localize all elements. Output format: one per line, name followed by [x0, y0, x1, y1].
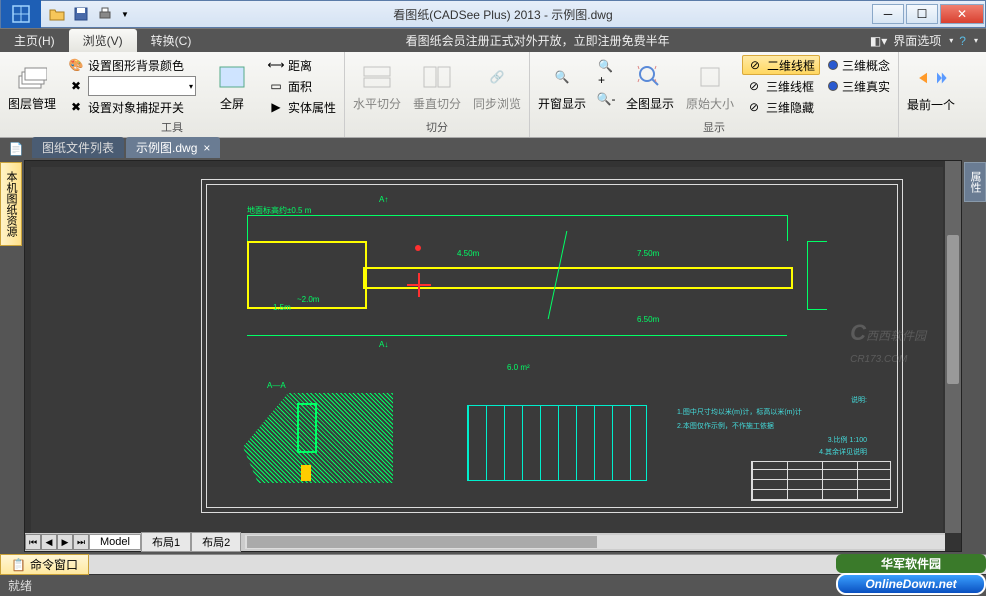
- print-icon[interactable]: [95, 4, 115, 24]
- sync-browse-button[interactable]: 🔗同步浏览: [469, 54, 525, 118]
- nav-first-button[interactable]: 最前一个: [903, 56, 959, 120]
- concept3d-button[interactable]: 三维概念: [824, 55, 894, 75]
- status-ready: 就绪: [8, 577, 32, 594]
- zoom-in-icon[interactable]: 🔍+: [594, 63, 618, 83]
- layer-manager-label: 图层管理: [8, 95, 56, 112]
- command-window-tab[interactable]: 📋 命令窗口: [0, 554, 89, 575]
- nav-last-icon[interactable]: ⏭: [73, 534, 89, 550]
- maximize-button[interactable]: ☐: [906, 4, 938, 24]
- layout-bar: ⏮ ◀ ▶ ⏭ Model 布局1 布局2: [25, 533, 945, 551]
- set-bg-color-button[interactable]: 🎨设置图形背景颜色: [64, 55, 200, 75]
- window-zoom-button[interactable]: 🔍开窗显示: [534, 54, 590, 118]
- window-title: 看图纸(CADSee Plus) 2013 - 示例图.dwg: [135, 6, 871, 23]
- horizontal-scrollbar[interactable]: [245, 535, 945, 549]
- close-button[interactable]: ✕: [940, 4, 984, 24]
- zoom-extents-button[interactable]: 全图显示: [622, 54, 678, 118]
- right-side-panel: 属性: [964, 158, 986, 554]
- ui-options-label[interactable]: 界面选项: [893, 32, 941, 49]
- nav-first-icon[interactable]: ⏮: [25, 534, 41, 550]
- real3d-button[interactable]: 三维真实: [824, 76, 894, 96]
- status-coord-label: 坐标: [954, 577, 978, 594]
- group-split-label: 切分: [349, 118, 525, 136]
- zoom-out-icon[interactable]: 🔍-: [594, 89, 618, 109]
- wire2d-button[interactable]: ⊘二维线框: [742, 55, 820, 75]
- tab-example-dwg[interactable]: 示例图.dwg×: [126, 137, 220, 158]
- announcement-text: 看图纸会员注册正式对外开放，立即注册免费半年: [205, 32, 870, 49]
- fullscreen-button[interactable]: 全屏: [204, 54, 260, 118]
- drawing-frame: 4.50m 7.50m 6.50m ~2.0m 1.5m 地面标高约±0.5 m…: [201, 179, 903, 513]
- ribbon: 图层管理 🎨设置图形背景颜色 ✖▾ ✖设置对象捕捉开关 全屏 ⟷距离 ▭面积 ▶…: [0, 52, 986, 138]
- menu-bar: 主页(H) 浏览(V) 转换(C) 看图纸会员注册正式对外开放，立即注册免费半年…: [0, 28, 986, 52]
- canvas-wrap: 4.50m 7.50m 6.50m ~2.0m 1.5m 地面标高约±0.5 m…: [24, 160, 962, 552]
- area-button[interactable]: ▭面积: [264, 76, 340, 96]
- hide3d-button[interactable]: ⊘三维隐藏: [742, 97, 820, 117]
- command-icon: 📋: [11, 558, 26, 572]
- group-tools-label: 工具: [4, 118, 340, 136]
- drawing-canvas[interactable]: 4.50m 7.50m 6.50m ~2.0m 1.5m 地面标高约±0.5 m…: [31, 167, 943, 533]
- tab-file-list[interactable]: 图纸文件列表: [32, 137, 124, 158]
- main-area: 本机图纸资源: [0, 158, 986, 554]
- close-tab-icon[interactable]: ×: [203, 141, 210, 155]
- command-bar: 📋 命令窗口: [0, 554, 986, 574]
- stairs-section: [467, 405, 647, 481]
- distance-button[interactable]: ⟷距离: [264, 55, 340, 75]
- wire3d-button[interactable]: ⊘三维线框: [742, 76, 820, 96]
- nav-prev-icon[interactable]: ◀: [41, 534, 57, 550]
- vsplit-button[interactable]: 垂直切分: [409, 54, 465, 118]
- title-bar: ▼ 看图纸(CADSee Plus) 2013 - 示例图.dwg ─ ☐ ✕: [0, 0, 986, 28]
- menu-convert[interactable]: 转换(C): [137, 29, 206, 52]
- save-icon[interactable]: [71, 4, 91, 24]
- open-icon[interactable]: [47, 4, 67, 24]
- nav-next-icon[interactable]: ▶: [57, 534, 73, 550]
- layer-manager-button[interactable]: 图层管理: [4, 54, 60, 118]
- properties-tab[interactable]: 属性: [964, 162, 986, 202]
- help-icon[interactable]: ?: [959, 34, 966, 48]
- window-controls: ─ ☐ ✕: [871, 2, 985, 26]
- original-size-button[interactable]: 原始大小: [682, 54, 738, 118]
- left-side-panel: 本机图纸资源: [0, 158, 22, 554]
- vertical-scrollbar[interactable]: [945, 161, 961, 533]
- style-icon[interactable]: ◧▾: [870, 34, 887, 48]
- status-bar: 就绪 坐标: [0, 574, 986, 596]
- color-combo[interactable]: ✖▾: [64, 76, 200, 96]
- local-resources-tab[interactable]: 本机图纸资源: [0, 162, 22, 246]
- hsplit-button[interactable]: 水平切分: [349, 54, 405, 118]
- menu-home[interactable]: 主页(H): [0, 29, 69, 52]
- doc-tab-icon[interactable]: 📄: [6, 140, 26, 158]
- menu-browse[interactable]: 浏览(V): [69, 29, 137, 52]
- app-icon[interactable]: [1, 0, 41, 28]
- quick-access-toolbar: ▼: [41, 4, 135, 24]
- group-display-label: 显示: [534, 118, 894, 136]
- title-block: [751, 461, 891, 501]
- qat-dropdown-icon[interactable]: ▼: [121, 10, 129, 19]
- entity-props-button[interactable]: ▶实体属性: [264, 97, 340, 117]
- document-tabs: 📄 图纸文件列表 示例图.dwg×: [0, 138, 986, 158]
- set-capture-button[interactable]: ✖设置对象捕捉开关: [64, 97, 200, 117]
- minimize-button[interactable]: ─: [872, 4, 904, 24]
- layout-2-tab[interactable]: 布局2: [191, 532, 241, 552]
- layout-1-tab[interactable]: 布局1: [141, 532, 191, 552]
- layout-model-tab[interactable]: Model: [89, 534, 141, 550]
